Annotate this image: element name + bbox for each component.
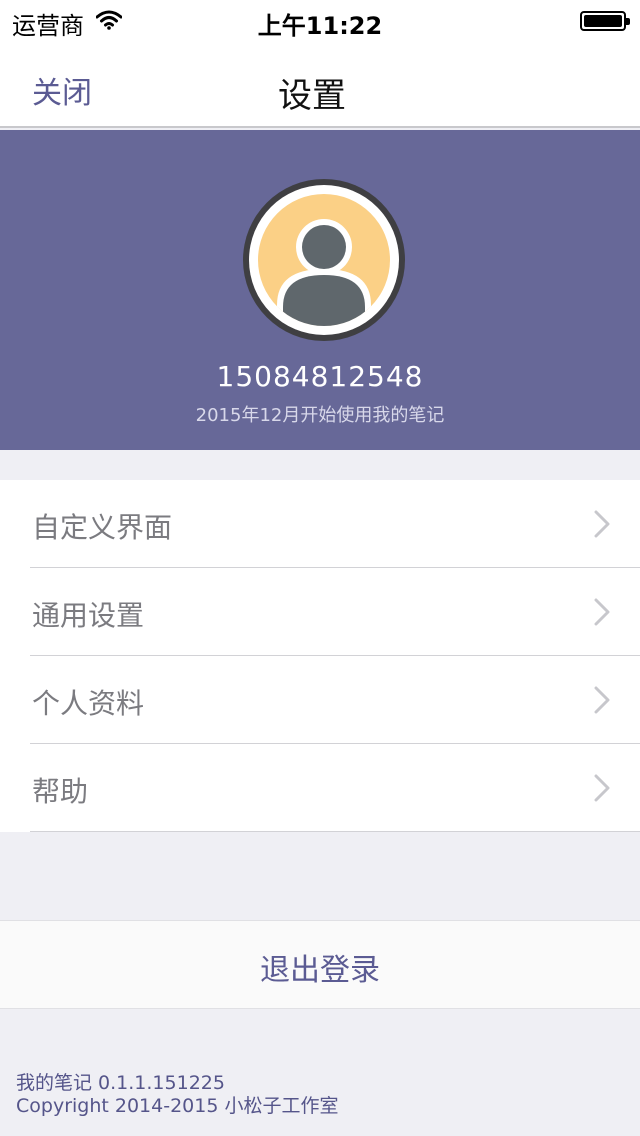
- chevron-right-icon: [594, 510, 610, 538]
- chevron-right-icon: [594, 774, 610, 802]
- battery-icon: [580, 11, 630, 31]
- user-phone: 15084812548: [216, 360, 424, 393]
- settings-item-general[interactable]: 通用设置: [0, 568, 640, 656]
- member-since: 2015年12月开始使用我的笔记: [195, 405, 445, 426]
- settings-item-label: 自定义界面: [32, 511, 173, 544]
- settings-screen: 运营商 上午11:22 关闭 设置 15084812548 2015年12月开始…: [0, 0, 640, 1136]
- app-version: 我的笔记 0.1.1.151225: [16, 1072, 225, 1094]
- settings-item-label: 个人资料: [32, 687, 145, 720]
- settings-item-customize-ui[interactable]: 自定义界面: [0, 480, 640, 568]
- logout-button[interactable]: 退出登录: [0, 920, 640, 1009]
- chevron-right-icon: [594, 686, 610, 714]
- copyright-text: Copyright 2014-2015 小松子工作室: [16, 1095, 339, 1117]
- profile-header: 15084812548 2015年12月开始使用我的笔记: [0, 130, 640, 450]
- settings-item-label: 通用设置: [32, 599, 145, 632]
- app-footer: 我的笔记 0.1.1.151225 Copyright 2014-2015 小松…: [16, 1072, 338, 1118]
- chevron-right-icon: [594, 598, 610, 626]
- user-avatar-icon[interactable]: [241, 177, 407, 343]
- status-time: 上午11:22: [257, 12, 383, 40]
- page-title: 设置: [278, 76, 346, 116]
- status-bar: 运营商 上午11:22: [0, 0, 640, 40]
- settings-item-label: 帮助: [32, 775, 89, 808]
- navigation-bar: 关闭 设置: [0, 40, 640, 128]
- settings-item-help[interactable]: 帮助: [0, 744, 640, 832]
- settings-item-profile[interactable]: 个人资料: [0, 656, 640, 744]
- settings-list: 自定义界面 通用设置 个人资料 帮助: [0, 480, 640, 832]
- divider: [30, 831, 640, 832]
- logout-label: 退出登录: [260, 953, 380, 988]
